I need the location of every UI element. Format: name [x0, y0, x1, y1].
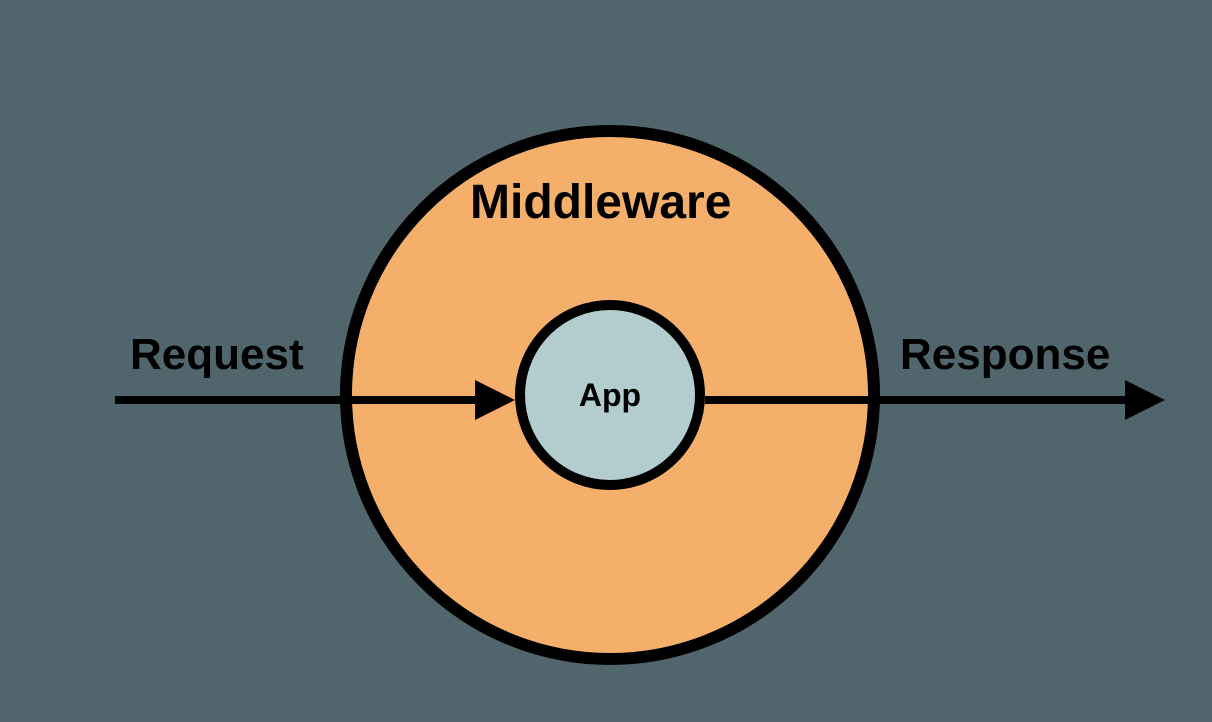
app-label: App — [579, 377, 641, 414]
response-arrow-head — [1125, 380, 1165, 420]
middleware-label: Middleware — [470, 175, 731, 230]
response-label: Response — [900, 330, 1110, 380]
app-circle: App — [515, 300, 705, 490]
request-label: Request — [130, 330, 304, 380]
